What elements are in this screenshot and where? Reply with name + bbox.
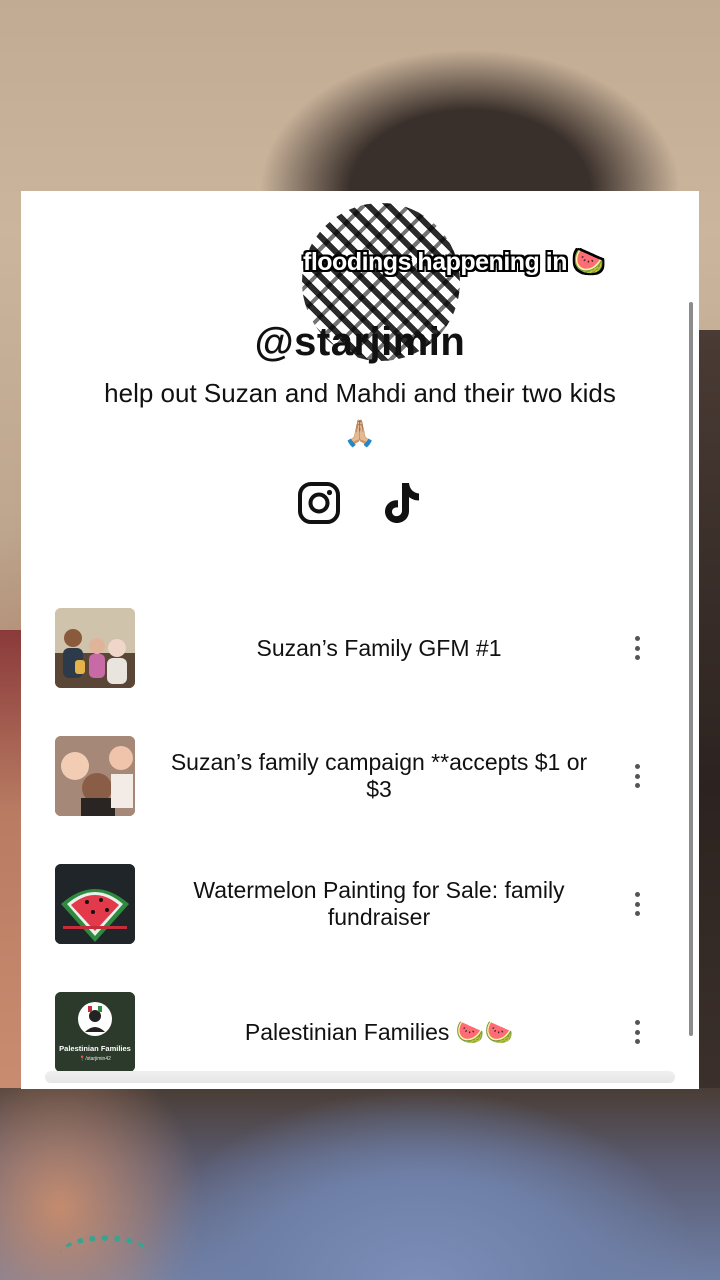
link-thumbnail-family-selfie: [55, 736, 135, 816]
scrollbar[interactable]: [689, 302, 693, 1036]
link-item-2[interactable]: Suzan’s family campaign **accepts $1 or …: [55, 736, 675, 816]
profile-handle: @starjimin: [254, 320, 466, 364]
background-left: [0, 630, 22, 1090]
linktree-card: @starjimin help out Suzan and Mahdi and …: [21, 191, 699, 1089]
instagram-icon[interactable]: [296, 479, 342, 527]
link-item-4[interactable]: Palestinian Families 📍/starjimin42 Pales…: [55, 992, 675, 1072]
more-options-icon[interactable]: [627, 892, 647, 916]
thumb-logo-title: Palestinian Families: [59, 1044, 131, 1053]
more-options-icon[interactable]: [627, 636, 647, 660]
link-title: Palestinian Families 🍉🍉: [244, 1018, 514, 1045]
background-right: [698, 330, 720, 1090]
bracelet: [60, 1235, 150, 1275]
link-thumbnail-palestinian-families-logo: Palestinian Families 📍/starjimin42: [55, 992, 135, 1072]
link-title: Watermelon Painting for Sale: family fun…: [193, 877, 565, 930]
more-options-icon[interactable]: [627, 764, 647, 788]
card-bottom-edge: [45, 1071, 675, 1083]
link-title: Suzan’s family campaign **accepts $1 or …: [170, 749, 588, 802]
more-options-icon[interactable]: [627, 1020, 647, 1044]
video-caption: floodings happening in 🍉: [303, 248, 605, 276]
social-links: [21, 479, 699, 527]
link-thumbnail-watermelon-painting: [55, 864, 135, 944]
link-item-1[interactable]: Suzan’s Family GFM #1: [55, 608, 675, 688]
thumb-logo-subtitle: 📍/starjimin42: [79, 1055, 111, 1062]
link-item-3[interactable]: Watermelon Painting for Sale: family fun…: [55, 864, 675, 944]
profile-bio: help out Suzan and Mahdi and their two k…: [104, 378, 616, 448]
tiktok-icon[interactable]: [378, 479, 424, 527]
link-thumbnail-family-photo: [55, 608, 135, 688]
link-title: Suzan’s Family GFM #1: [256, 634, 502, 661]
